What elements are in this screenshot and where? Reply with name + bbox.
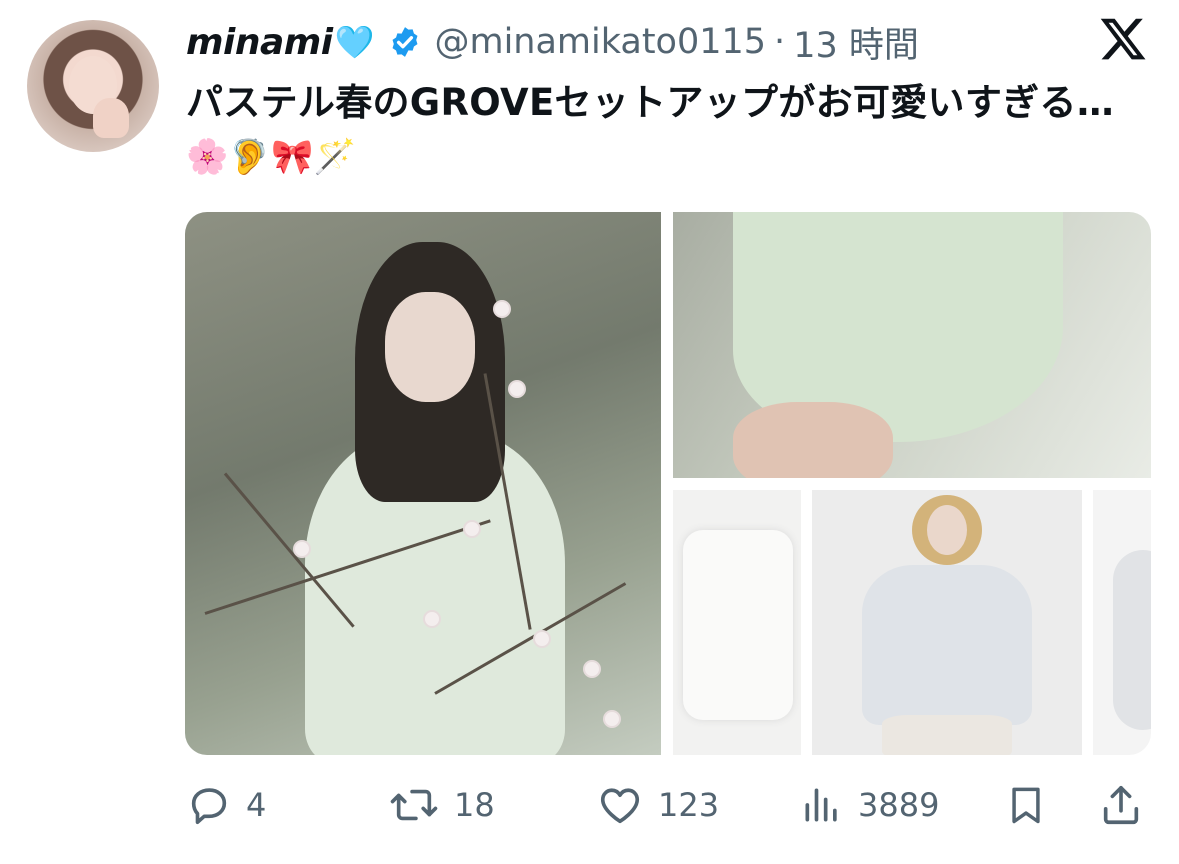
tweet-timestamp[interactable]: 13 時間: [793, 17, 919, 68]
photo-model-jacket[interactable]: [812, 490, 1082, 755]
photo-jacket: [862, 565, 1032, 725]
verified-badge-icon: [393, 27, 418, 57]
share-icon: [1103, 785, 1139, 825]
like-button[interactable]: 123: [596, 770, 719, 840]
photo-jacket: [683, 530, 793, 720]
heart-icon: [600, 788, 640, 824]
photo-blossom: [425, 612, 439, 626]
photo-blossom: [535, 632, 549, 646]
tweet-body: パステル春のGROVEセットアップがお可愛いすぎる…: [186, 81, 1115, 124]
avatar-hand: [93, 98, 129, 138]
photo-jacket-flatlay[interactable]: [673, 490, 801, 755]
photo-face: [927, 505, 967, 555]
bookmark-icon: [1012, 787, 1040, 824]
retweet-count: 18: [454, 786, 495, 824]
x-logo-icon[interactable]: [1098, 14, 1148, 64]
photo-blossom: [495, 302, 509, 316]
author-avatar[interactable]: [27, 20, 159, 152]
photo-blossom: [295, 542, 309, 556]
retweet-icon: [390, 789, 438, 821]
photo-setup-closeup[interactable]: [673, 212, 1151, 478]
views-button[interactable]: 3889: [800, 770, 939, 840]
views-count: 3889: [858, 786, 940, 824]
photo-face: [385, 292, 475, 402]
photo-blossom: [465, 522, 479, 536]
retweet-button[interactable]: 18: [388, 770, 495, 840]
photo-skirt: [882, 715, 1012, 755]
author-handle[interactable]: @minamikato0115: [434, 22, 766, 62]
tweet-emojis: 🌸🦻🎀🪄: [186, 137, 357, 177]
like-count: 123: [658, 786, 720, 824]
reply-icon: [191, 788, 227, 825]
share-button[interactable]: [1098, 770, 1144, 840]
views-chart-icon: [805, 788, 837, 822]
reply-count: 4: [246, 786, 267, 824]
photo-woman-with-blossoms[interactable]: [185, 212, 661, 755]
photo-blossom: [605, 712, 619, 726]
tweet-actions: 4 18 123 3889: [0, 770, 1179, 840]
photo-jacket: [1113, 550, 1151, 730]
photo-jacket-partial[interactable]: [1093, 490, 1151, 755]
media-grid: [185, 212, 1151, 755]
tweet-header: minami 🩵 @minamikato0115 · 13 時間: [186, 14, 919, 70]
photo-leg: [733, 402, 893, 478]
photo-blossom: [585, 662, 599, 676]
tweet-text: パステル春のGROVEセットアップがお可愛いすぎる… 🌸🦻🎀🪄: [186, 76, 1146, 184]
bookmark-button[interactable]: [1004, 770, 1048, 840]
separator-dot: ·: [774, 22, 786, 62]
photo-blossom: [510, 382, 524, 396]
author-name[interactable]: minami: [186, 22, 333, 63]
reply-button[interactable]: 4: [186, 770, 266, 840]
name-emoji: 🩵: [334, 23, 375, 61]
